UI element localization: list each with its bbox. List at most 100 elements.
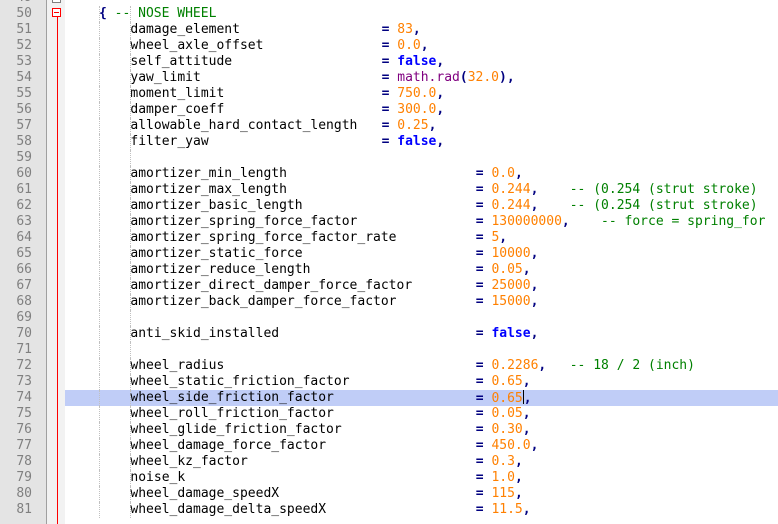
token-equals: =	[381, 86, 398, 101]
line-text[interactable]: amortizer_reduce_length = 0.05,	[65, 262, 778, 278]
token-op: ,	[428, 118, 437, 133]
code-tokens: wheel_glide_friction_factor	[130, 422, 341, 438]
code-line[interactable]: 72 wheel_radius = 0.2286, -- 18 / 2 (inch)	[0, 358, 778, 374]
line-text[interactable]: wheel_radius = 0.2286, -- 18 / 2 (inch)	[65, 358, 778, 374]
indent-guide	[130, 310, 132, 326]
token-equals: =	[381, 134, 398, 149]
code-editor[interactable]: 49 50{ -- NOSE WHEEL51damage_element= 83…	[0, 0, 778, 524]
line-text[interactable]: anti_skid_installed = false,	[65, 326, 778, 342]
line-text[interactable]: wheel_kz_factor = 0.3,	[65, 454, 778, 470]
line-text[interactable]: noise_k = 1.0,	[65, 470, 778, 486]
code-line[interactable]: 57 allowable_hard_contact_length = 0.25,	[0, 118, 778, 134]
token-kw: false	[397, 134, 437, 149]
fold-box-icon[interactable]	[52, 0, 61, 3]
code-line[interactable]: 56 damper_coeff = 300.0,	[0, 102, 778, 118]
code-tokens: self_attitude	[130, 54, 232, 70]
line-text[interactable]	[65, 342, 778, 358]
code-line[interactable]: 51 damage_element = 83,	[0, 22, 778, 38]
code-line[interactable]: 71	[0, 342, 778, 358]
line-text[interactable]: filter_yaw = false,	[65, 134, 778, 150]
code-line[interactable]: 66 amortizer_reduce_length = 0.05,	[0, 262, 778, 278]
line-text[interactable]: allowable_hard_contact_length = 0.25,	[65, 118, 778, 134]
token-id: amortizer_spring_force_factor	[130, 214, 358, 229]
code-line[interactable]: 70 anti_skid_installed = false,	[0, 326, 778, 342]
token-id: amortizer_basic_length	[130, 198, 303, 213]
code-line[interactable]: 68 amortizer_back_damper_force_factor = 15…	[0, 294, 778, 310]
code-line[interactable]: 77 wheel_damage_force_factor = 450.0,	[0, 438, 778, 454]
code-area[interactable]: 50{ -- NOSE WHEEL 51 damage_element = 83, 52…	[0, 6, 778, 518]
line-text[interactable]	[65, 150, 778, 166]
line-text[interactable]: wheel_side_friction_factor = 0.65,	[65, 390, 778, 406]
line-text[interactable]: amortizer_static_force = 10000,	[65, 246, 778, 262]
line-text[interactable]: amortizer_direct_damper_force_factor = 25…	[65, 278, 778, 294]
indent-guide	[99, 38, 100, 54]
line-text[interactable]: amortizer_back_damper_force_factor = 1500…	[65, 294, 778, 310]
code-line[interactable]: 73 wheel_static_friction_factor = 0.65,	[0, 374, 778, 390]
indent-guide	[99, 342, 100, 358]
code-line[interactable]: 81 wheel_damage_delta_speedX = 11.5,	[0, 502, 778, 518]
line-text[interactable]: amortizer_basic_length = 0.244, -- (0.254…	[65, 198, 778, 214]
token-id: allowable_hard_contact_length	[130, 118, 358, 133]
code-line[interactable]: 64 amortizer_spring_force_factor_rate = 5,	[0, 230, 778, 246]
code-line[interactable]: 78 wheel_kz_factor = 0.3,	[0, 454, 778, 470]
indent-guide	[99, 230, 100, 246]
line-text[interactable]: yaw_limit = math.rad(32.0),	[65, 70, 778, 86]
token-id: amortizer_reduce_length	[130, 262, 311, 277]
token-equals: =	[475, 198, 492, 213]
assignment-value: = 0.65,	[476, 374, 531, 390]
line-text[interactable]: wheel_glide_friction_factor = 0.30,	[65, 422, 778, 438]
indent-guide	[99, 470, 100, 486]
line-number: 71	[16, 342, 32, 357]
code-line[interactable]: 50 { -- NOSE WHEEL	[0, 6, 778, 22]
token-op: ,	[514, 166, 523, 181]
code-line[interactable]: 55 moment_limit = 750.0,	[0, 86, 778, 102]
code-line[interactable]: 76 wheel_glide_friction_factor = 0.30,	[0, 422, 778, 438]
token-equals: =	[475, 502, 492, 517]
code-line[interactable]: 62 amortizer_basic_length = 0.244, -- (0.2…	[0, 198, 778, 214]
line-text[interactable]: amortizer_max_length = 0.244, -- (0.254 (…	[65, 182, 778, 198]
code-line[interactable]: 59	[0, 150, 778, 166]
token-num: 115	[491, 486, 515, 501]
line-text[interactable]: wheel_roll_friction_factor = 0.05,	[65, 406, 778, 422]
code-line[interactable]: 61 amortizer_max_length = 0.244, -- (0.254…	[0, 182, 778, 198]
code-line[interactable]: 69	[0, 310, 778, 326]
code-line[interactable]: 74 wheel_side_friction_factor = 0.65,	[0, 390, 778, 406]
code-line[interactable]: 60 amortizer_min_length = 0.0,	[0, 166, 778, 182]
line-text[interactable]: wheel_damage_speedX = 115,	[65, 486, 778, 502]
indent-guide	[99, 310, 100, 326]
token-num: 130000000	[491, 214, 562, 229]
token-num: 11.5	[491, 502, 523, 517]
token-op: ,	[530, 294, 539, 309]
token-num: 0.0	[397, 38, 421, 53]
code-line[interactable]: 65 amortizer_static_force = 10000,	[0, 246, 778, 262]
code-line[interactable]: 58 filter_yaw = false,	[0, 134, 778, 150]
code-line[interactable]: 52 wheel_axle_offset = 0.0,	[0, 38, 778, 54]
line-number: 73	[16, 374, 32, 389]
code-line[interactable]: 54 yaw_limit = math.rad(32.0),	[0, 70, 778, 86]
line-text[interactable]: amortizer_spring_force_factor_rate = 5,	[65, 230, 778, 246]
code-line[interactable]: 63 amortizer_spring_force_factor = 1300000…	[0, 214, 778, 230]
assignment-value: = 0.2286, -- 18 / 2 (inch)	[476, 358, 695, 374]
line-text[interactable]: damper_coeff = 300.0,	[65, 102, 778, 118]
code-line[interactable]: 67 amortizer_direct_damper_force_factor = …	[0, 278, 778, 294]
indent-guide	[99, 118, 100, 134]
code-tokens: damage_element	[130, 22, 240, 38]
code-line[interactable]: 80 wheel_damage_speedX = 115,	[0, 486, 778, 502]
line-text[interactable]: moment_limit = 750.0,	[65, 86, 778, 102]
line-text[interactable]: damage_element = 83,	[65, 22, 778, 38]
line-text[interactable]: { -- NOSE WHEEL	[65, 6, 778, 22]
line-text[interactable]: amortizer_spring_force_factor = 130000000…	[65, 214, 778, 230]
line-text[interactable]	[65, 310, 778, 326]
token-num: 10000	[491, 246, 531, 261]
line-text[interactable]: wheel_axle_offset = 0.0,	[65, 38, 778, 54]
line-text[interactable]: self_attitude = false,	[65, 54, 778, 70]
assignment-value: = false,	[476, 326, 539, 342]
line-text[interactable]: wheel_damage_force_factor = 450.0,	[65, 438, 778, 454]
code-line[interactable]: 75 wheel_roll_friction_factor = 0.05,	[0, 406, 778, 422]
line-text[interactable]: wheel_damage_delta_speedX = 11.5,	[65, 502, 778, 518]
code-line[interactable]: 53 self_attitude = false,	[0, 54, 778, 70]
code-line[interactable]: 79 noise_k = 1.0,	[0, 470, 778, 486]
line-text[interactable]: wheel_static_friction_factor = 0.65,	[65, 374, 778, 390]
token-op: ,	[522, 422, 531, 437]
line-text[interactable]: amortizer_min_length = 0.0,	[65, 166, 778, 182]
